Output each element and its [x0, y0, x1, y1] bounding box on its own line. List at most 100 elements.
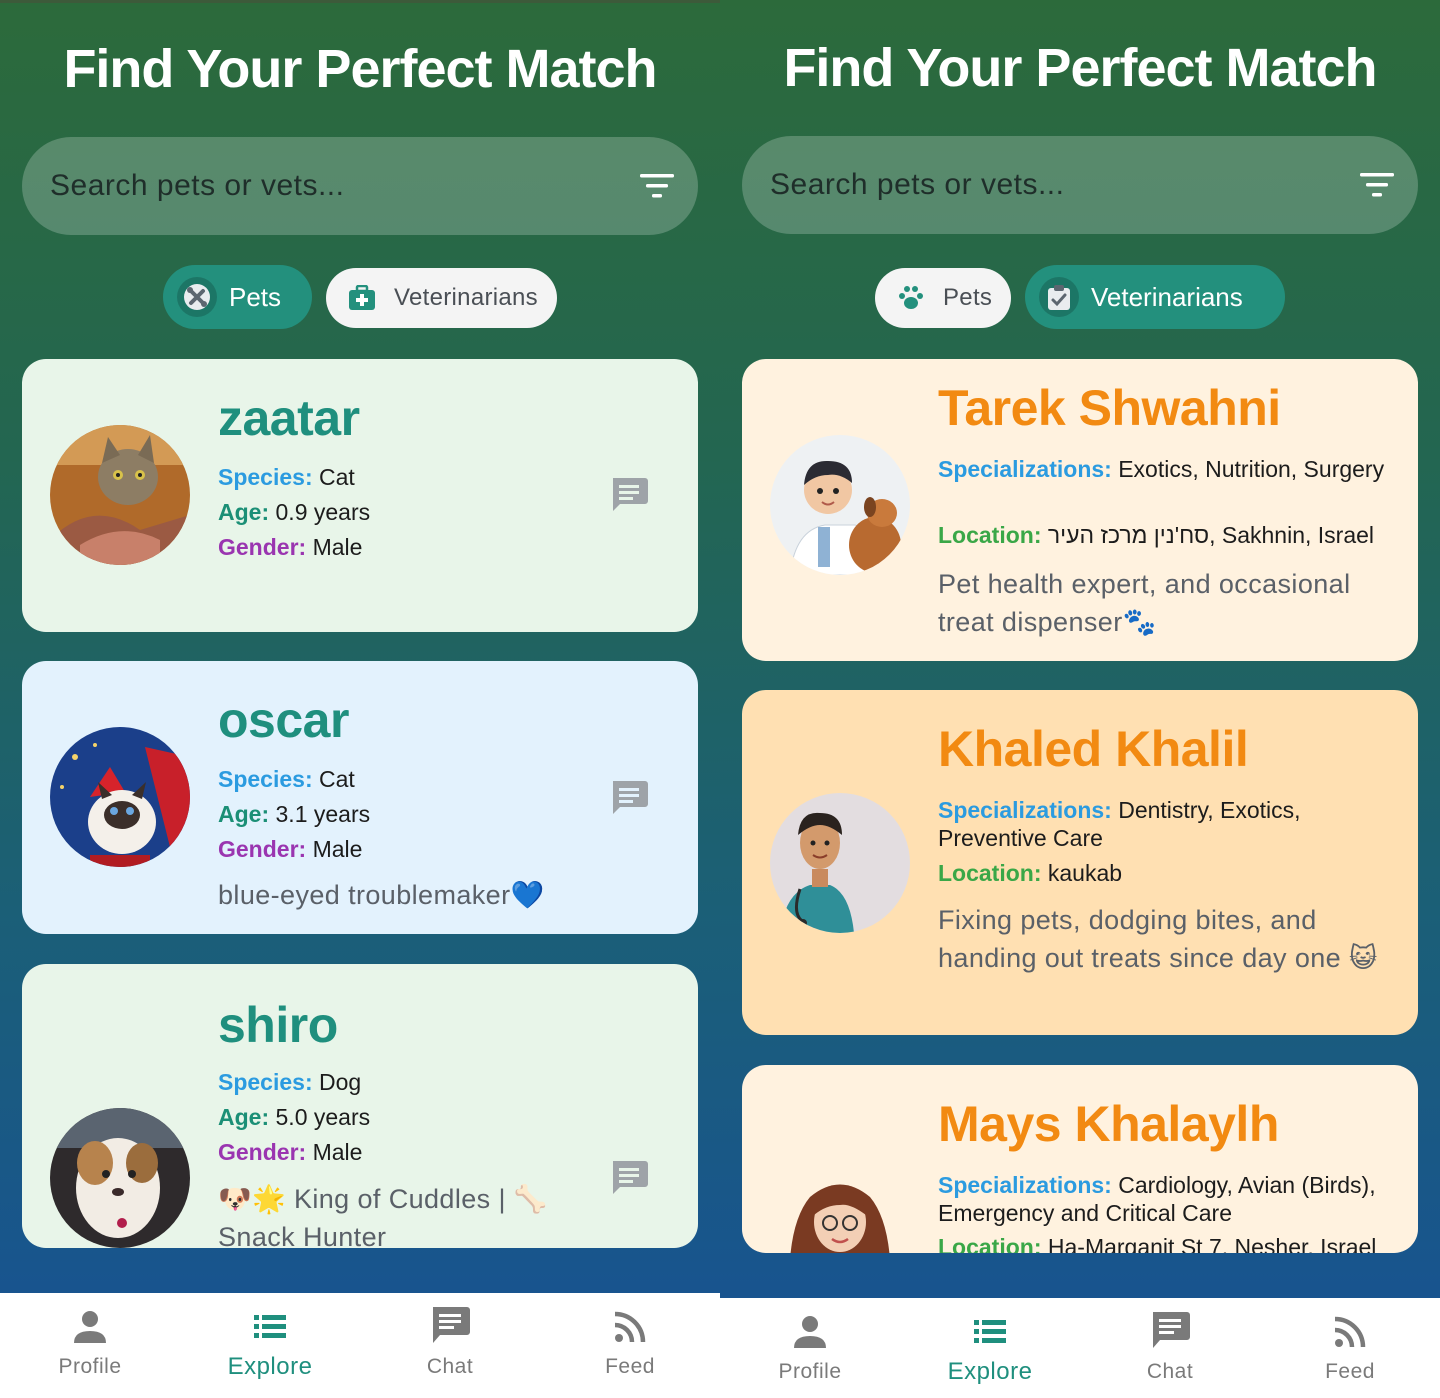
nav-feed[interactable]: Feed — [540, 1293, 720, 1393]
pet-avatar — [50, 1108, 190, 1248]
person-icon — [74, 1311, 106, 1343]
vet-specializations: Specializations: Cardiology, Avian (Bird… — [938, 1171, 1408, 1227]
gender-value: Male — [312, 534, 363, 560]
vet-avatar — [770, 793, 910, 933]
age-label: Age: — [218, 1104, 270, 1130]
nav-feed-label: Feed — [1325, 1360, 1375, 1383]
pet-gender-row: Gender: Male — [218, 836, 362, 863]
tab-pets[interactable]: Pets — [875, 268, 1011, 328]
bottom-navigation: Profile Explore Chat Feed — [0, 1293, 720, 1398]
vet-card-tarek-shwahni[interactable]: Tarek Shwahni Specializations: Exotics, … — [742, 359, 1418, 661]
nav-profile-label: Profile — [778, 1360, 842, 1383]
chat-icon[interactable] — [610, 779, 648, 815]
location-value: kaukab — [1047, 860, 1123, 886]
vet-specializations: Specializations: Exotics, Nutrition, Sur… — [938, 455, 1398, 483]
rss-icon — [614, 1311, 646, 1343]
nav-explore-label: Explore — [947, 1358, 1033, 1385]
filter-icon[interactable] — [1360, 170, 1396, 200]
chat-icon[interactable] — [610, 1159, 648, 1195]
paw-icon — [891, 278, 931, 318]
species-label: Species: — [218, 766, 313, 792]
vet-name: Khaled Khalil — [938, 721, 1249, 777]
medical-check-icon — [1039, 277, 1079, 317]
pet-age-row: Age: 5.0 years — [218, 1104, 370, 1131]
filter-icon[interactable] — [640, 171, 676, 201]
nav-feed[interactable]: Feed — [1260, 1298, 1440, 1398]
pets-explore-screen: Find Your Perfect Match Pets Veterina — [0, 0, 720, 1398]
pet-age-row: Age: 3.1 years — [218, 801, 370, 828]
species-value: Cat — [319, 464, 355, 490]
gender-value: Male — [312, 1139, 363, 1165]
pet-card-shiro[interactable]: shiro Species: Dog Age: 5.0 years Gender… — [22, 964, 698, 1248]
tab-veterinarians-label: Veterinarians — [1091, 281, 1243, 312]
tab-pets[interactable]: Pets — [163, 265, 312, 329]
nav-chat-label: Chat — [1146, 1360, 1194, 1383]
vet-card-mays-khalaylh[interactable]: Mays Khalaylh Specializations: Cardiolog… — [742, 1065, 1418, 1253]
gender-label: Gender: — [218, 534, 307, 560]
nav-explore[interactable]: Explore — [900, 1298, 1080, 1398]
location-label: Location: — [938, 522, 1042, 548]
chat-icon — [1153, 1312, 1190, 1348]
paw-icon — [177, 277, 217, 317]
age-label: Age: — [218, 801, 270, 827]
nav-profile-label: Profile — [58, 1355, 122, 1378]
vet-location: Location: סח'נין מרכז העיר, Sakhnin, Isr… — [938, 521, 1398, 549]
gender-label: Gender: — [218, 836, 307, 862]
pet-name: shiro — [218, 997, 338, 1053]
specializations-label: Specializations: — [938, 1172, 1112, 1198]
species-value: Dog — [319, 1069, 362, 1095]
vet-specializations: Specializations: Dentistry, Exotics, Pre… — [938, 796, 1398, 852]
nav-chat[interactable]: Chat — [1080, 1298, 1260, 1398]
tab-veterinarians[interactable]: Veterinarians — [1025, 265, 1285, 329]
nav-profile[interactable]: Profile — [0, 1293, 180, 1393]
pet-species-row: Species: Dog — [218, 1069, 361, 1096]
species-value: Cat — [319, 766, 355, 792]
vet-location: Location: kaukab — [938, 859, 1398, 887]
pet-gender-row: Gender: Male — [218, 534, 362, 561]
specializations-label: Specializations: — [938, 456, 1112, 482]
age-value: 0.9 years — [275, 499, 371, 525]
medical-bag-icon — [342, 278, 382, 318]
pet-species-row: Species: Cat — [218, 464, 355, 491]
species-label: Species: — [218, 464, 313, 490]
location-label: Location: — [938, 860, 1042, 886]
vet-name: Tarek Shwahni — [938, 380, 1281, 436]
pet-name: zaatar — [218, 390, 360, 446]
vet-bio: Fixing pets, dodging bites, and handing … — [938, 905, 1378, 973]
pet-avatar — [50, 727, 190, 867]
search-input[interactable] — [50, 137, 610, 235]
list-icon — [254, 1315, 286, 1338]
nav-explore[interactable]: Explore — [180, 1293, 360, 1393]
nav-profile[interactable]: Profile — [720, 1298, 900, 1398]
chat-icon[interactable] — [610, 476, 648, 512]
page-title: Find Your Perfect Match — [783, 38, 1377, 98]
chat-icon — [433, 1307, 470, 1343]
pet-card-oscar[interactable]: oscar Species: Cat Age: 3.1 years Gender… — [22, 661, 698, 934]
tab-pets-label: Pets — [943, 284, 993, 311]
pet-bio: 🐶🌟 King of Cuddles | 🦴 Snack Hunter — [218, 1184, 548, 1248]
pet-species-row: Species: Cat — [218, 766, 355, 793]
vets-explore-screen: Find Your Perfect Match Pets Veterina — [720, 0, 1440, 1398]
bottom-navigation: Profile Explore Chat Feed — [720, 1298, 1440, 1398]
specializations-label: Specializations: — [938, 797, 1112, 823]
vet-name: Mays Khalaylh — [938, 1096, 1279, 1152]
pet-card-zaatar[interactable]: zaatar Species: Cat Age: 0.9 years Gende… — [22, 359, 698, 632]
pet-avatar — [50, 425, 190, 565]
pet-name: oscar — [218, 692, 349, 748]
vet-card-khaled-khalil[interactable]: Khaled Khalil Specializations: Dentistry… — [742, 690, 1418, 1035]
pet-age-row: Age: 0.9 years — [218, 499, 370, 526]
person-icon — [794, 1316, 826, 1348]
list-icon — [974, 1320, 1006, 1343]
page-title: Find Your Perfect Match — [63, 39, 657, 99]
nav-chat[interactable]: Chat — [360, 1293, 540, 1393]
search-input[interactable] — [770, 136, 1330, 234]
search-bar — [742, 136, 1418, 234]
location-value: Ha-Marganit St 7, Nesher, Israel — [1047, 1234, 1377, 1253]
vet-bio: Pet health expert, and occasional treat … — [938, 569, 1351, 637]
location-value: סח'נין מרכז העיר, Sakhnin, Israel — [1047, 522, 1375, 548]
gender-value: Male — [312, 836, 363, 862]
vet-location: Location: Ha-Marganit St 7, Nesher, Isra… — [938, 1233, 1408, 1253]
search-bar — [22, 137, 698, 235]
tab-veterinarians[interactable]: Veterinarians — [326, 268, 557, 328]
specializations-value: Exotics, Nutrition, Surgery — [1118, 456, 1385, 482]
